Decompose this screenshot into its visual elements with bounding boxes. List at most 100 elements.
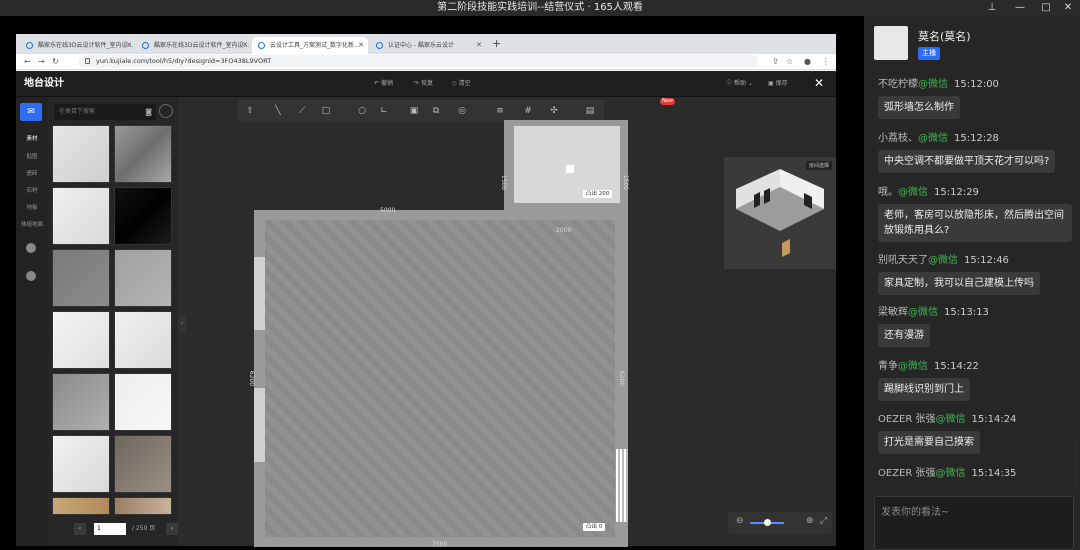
next-page-icon[interactable]: › <box>166 523 178 535</box>
material-swatch[interactable] <box>114 187 172 245</box>
search-icon[interactable] <box>159 104 173 118</box>
main-room-floor[interactable] <box>265 220 615 537</box>
material-swatch[interactable] <box>114 311 172 369</box>
message-source: @微信 <box>898 187 928 198</box>
chat-message: OEZER 张强@微信 15:14:24 打光是需要自己摸索 <box>878 413 1072 454</box>
zoom-slider-thumb[interactable] <box>764 519 771 526</box>
magnet-tool-icon[interactable]: ✣ <box>548 105 560 117</box>
material-swatch[interactable] <box>52 125 110 183</box>
message-bubble: 家具定制，我可以自己建模上传吗 <box>878 272 1040 295</box>
message-time: 15:14:22 <box>934 361 979 372</box>
room-select-button[interactable]: 房间选择 <box>805 161 832 170</box>
copy-tool-icon[interactable]: ⧉ <box>430 105 442 117</box>
new-tab-icon[interactable]: + <box>492 37 501 51</box>
browser-window: 酷家乐在线3D云设计软件_室内设... ✕ 酷家乐在线3D云设计软件_室内设..… <box>16 34 836 548</box>
profile-icon[interactable]: ● <box>804 55 811 69</box>
floor-marker[interactable] <box>566 165 574 173</box>
import-icon[interactable]: ⇪ <box>244 105 256 117</box>
window-left-1[interactable] <box>254 257 265 330</box>
rectangle-tool-icon[interactable]: □ <box>320 105 332 117</box>
message-meta: OEZER 张强@微信 15:14:24 <box>878 413 1072 427</box>
pin-icon[interactable]: ⊥ <box>982 0 1002 16</box>
shield-icon[interactable] <box>26 243 36 253</box>
tab-close-icon[interactable]: ✕ <box>126 37 132 54</box>
material-swatch[interactable] <box>114 249 172 307</box>
browser-tab[interactable]: 认证中心 - 酷家乐云设计 ✕ <box>370 37 486 54</box>
category-item[interactable]: 瓷砖 <box>16 169 48 177</box>
grid-tool-icon[interactable]: # <box>522 105 534 117</box>
tab-favicon-icon <box>26 42 33 49</box>
material-swatch[interactable] <box>52 497 110 515</box>
chat-input[interactable]: 发表你的看法~ <box>874 496 1074 550</box>
circle-tool-icon[interactable]: ○ <box>356 105 368 117</box>
bookmark-star-icon[interactable]: ☆ <box>786 55 793 69</box>
close-editor-icon[interactable]: ✕ <box>814 76 824 90</box>
maximize-icon[interactable]: □ <box>1036 0 1056 16</box>
user-icon[interactable] <box>26 271 36 281</box>
category-item[interactable]: 贴图 <box>16 152 48 160</box>
angle-tool-icon[interactable]: ∟ <box>378 105 390 117</box>
browser-tab[interactable]: 酷家乐在线3D云设计软件_室内设... ✕ <box>136 37 252 54</box>
url-field[interactable]: yun.kujiale.com/tool/h5/diy?designid=3FO… <box>78 55 758 68</box>
message-user: 梁敏辉 <box>878 307 908 318</box>
line-tool-icon[interactable]: ╲ <box>272 105 284 117</box>
view-tool-icon[interactable]: ◎ <box>456 105 468 117</box>
tab-close-icon[interactable]: ✕ <box>476 37 482 54</box>
message-time: 15:14:35 <box>971 468 1017 479</box>
help-button[interactable]: ⓘ 帮助 ⌄ <box>726 79 753 89</box>
material-swatch[interactable] <box>52 187 110 245</box>
material-swatch[interactable] <box>52 373 110 431</box>
material-library-button[interactable]: ✉ <box>20 103 42 121</box>
material-swatch[interactable] <box>52 435 110 493</box>
material-swatch[interactable] <box>52 311 110 369</box>
window-left-2[interactable] <box>254 388 265 462</box>
design-canvas[interactable]: ⇪ ╲ ⟋ □ ○ ∟ ▣ ⧉ ◎ ≡ # ✣ ▤ New 凸出 200 凸出 … <box>178 97 836 548</box>
fit-view-icon[interactable]: ⤢ <box>820 516 827 526</box>
zoom-out-icon[interactable]: ⊖ <box>736 516 744 526</box>
back-icon[interactable]: ← <box>24 55 31 69</box>
avatar[interactable] <box>874 26 908 60</box>
browser-menu-icon[interactable]: ⋮ <box>822 55 830 69</box>
align-tool-icon[interactable]: ≡ <box>494 105 506 117</box>
message-time: 15:12:46 <box>964 255 1009 266</box>
material-swatch[interactable] <box>114 435 172 493</box>
material-search-input[interactable]: 在类目下搜索 ◙ <box>54 104 156 120</box>
clear-label: 清空 <box>458 80 471 87</box>
clear-button[interactable]: ◇ 清空 <box>452 79 471 89</box>
page-input[interactable]: 1 <box>94 523 126 535</box>
category-item[interactable]: 地板 <box>16 203 48 211</box>
message-bubble: 中央空调不都要做平顶天花才可以吗? <box>878 150 1056 173</box>
browser-tab-active[interactable]: 云设计工具_方案测试_数字化新... ✕ <box>252 37 368 54</box>
tab-close-icon[interactable]: ✕ <box>358 37 364 54</box>
main-room-tag: 凸出 0 <box>583 523 606 531</box>
map-tool-icon[interactable]: ▤ <box>584 105 596 117</box>
camera-icon[interactable]: ◙ <box>145 104 152 120</box>
message-source: @微信 <box>908 307 938 318</box>
door-right[interactable] <box>616 449 628 522</box>
reload-icon[interactable]: ↻ <box>52 55 59 69</box>
zoom-in-icon[interactable]: ⊕ <box>806 516 814 526</box>
forward-icon[interactable]: → <box>38 55 45 69</box>
material-swatch[interactable] <box>114 497 172 515</box>
share-icon[interactable]: ⇪ <box>772 55 779 69</box>
room-3d-preview[interactable]: 房间选择 <box>724 157 836 269</box>
browser-tab[interactable]: 酷家乐在线3D云设计软件_室内设... ✕ <box>20 37 136 54</box>
category-item[interactable]: 素材 <box>16 134 48 142</box>
save-button[interactable]: ▣ 保存 <box>768 79 788 89</box>
redo-button[interactable]: ↷ 恢复 <box>414 79 433 89</box>
undo-button[interactable]: ↶ 撤销 <box>374 79 393 89</box>
prev-page-icon[interactable]: ‹ <box>74 523 86 535</box>
dimension-small-right: 1500 <box>622 174 630 191</box>
minimize-icon[interactable]: — <box>1010 0 1030 16</box>
message-user: 哦。 <box>878 187 898 198</box>
tab-close-icon[interactable]: ✕ <box>242 37 248 54</box>
material-swatch[interactable] <box>52 249 110 307</box>
category-item[interactable]: 体组地面 <box>16 220 48 228</box>
category-item[interactable]: 石材 <box>16 186 48 194</box>
material-swatch[interactable] <box>114 373 172 431</box>
frame-tool-icon[interactable]: ▣ <box>408 105 420 117</box>
collapse-panel-icon[interactable]: ‹ <box>178 316 186 332</box>
close-icon[interactable]: ✕ <box>1058 0 1078 16</box>
polyline-tool-icon[interactable]: ⟋ <box>296 105 308 117</box>
material-swatch[interactable] <box>114 125 172 183</box>
